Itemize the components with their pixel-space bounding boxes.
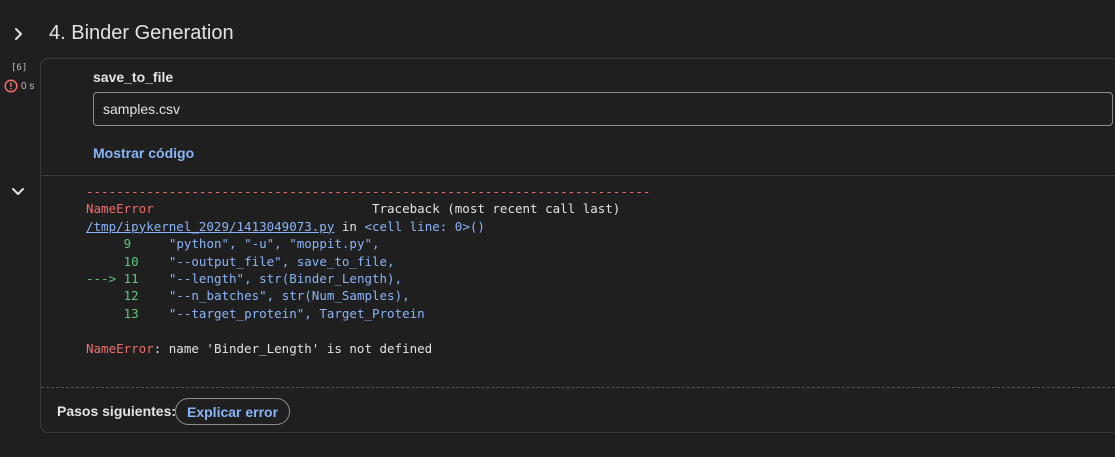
traceback-separator: ----------------------------------------… xyxy=(86,184,651,199)
code-line: 9 "python", "-u", "moppit.py", xyxy=(86,235,650,252)
traceback-location: /tmp/ipykernel_2029/1413049073.py in <ce… xyxy=(86,218,650,235)
error-type: NameError xyxy=(86,340,154,356)
execution-time: 0 s xyxy=(21,80,35,92)
traceback-heading: Traceback (most recent call last) xyxy=(371,201,621,217)
next-steps-divider xyxy=(41,387,1115,388)
traceback-in: in xyxy=(341,218,357,234)
code-line-current: ---> 11 "--length", str(Binder_Length), xyxy=(86,270,650,287)
code-text: "--n_batches", str(Num_Samples), xyxy=(168,288,410,304)
output-divider xyxy=(41,175,1115,176)
form-field-label: save_to_file xyxy=(93,69,174,85)
error-message: : name 'Binder_Length' is not defined xyxy=(153,340,433,356)
chevron-right-icon xyxy=(15,28,22,40)
line-number: 10 xyxy=(123,253,139,269)
show-code-link[interactable]: Mostrar código xyxy=(93,145,194,161)
traceback-file-link[interactable]: /tmp/ipykernel_2029/1413049073.py xyxy=(86,219,334,234)
output-toggle-button[interactable] xyxy=(7,180,29,202)
error-traceback: ----------------------------------------… xyxy=(86,183,650,357)
traceback-cell-ref: <cell line: 0>() xyxy=(364,218,485,234)
execution-count: [6] xyxy=(11,63,28,73)
section-collapse-button[interactable] xyxy=(6,22,30,46)
error-type: NameError xyxy=(86,201,154,217)
code-text: "--length", str(Binder_Length), xyxy=(168,271,403,287)
code-line: 12 "--n_batches", str(Num_Samples), xyxy=(86,287,650,304)
chevron-down-icon xyxy=(12,188,24,195)
code-text: "python", "-u", "moppit.py", xyxy=(168,236,380,252)
line-number: 13 xyxy=(123,305,139,321)
section-header: 4. Binder Generation xyxy=(0,14,1115,54)
notebook-page: 4. Binder Generation [6] 0 s save_to_fil… xyxy=(0,0,1115,457)
save-to-file-input[interactable] xyxy=(93,92,1113,126)
error-message-line: NameError: name 'Binder_Length' is not d… xyxy=(86,340,650,357)
code-text: "--target_protein", Target_Protein xyxy=(168,305,425,321)
code-line: 13 "--target_protein", Target_Protein xyxy=(86,305,650,322)
explain-error-button[interactable]: Explicar error xyxy=(175,398,291,425)
line-number: 11 xyxy=(123,271,139,287)
code-line: 10 "--output_file", save_to_file, xyxy=(86,253,650,270)
section-title: 4. Binder Generation xyxy=(49,22,234,44)
current-line-marker: ---> xyxy=(86,271,117,287)
code-text: "--output_file", save_to_file, xyxy=(168,253,395,269)
error-circle-icon xyxy=(4,79,18,93)
line-number: 12 xyxy=(123,288,139,304)
next-steps-label: Pasos siguientes: xyxy=(57,403,177,419)
execution-status[interactable]: 0 s xyxy=(4,79,34,93)
traceback-header: NameError Traceback (most recent call la… xyxy=(86,200,650,217)
